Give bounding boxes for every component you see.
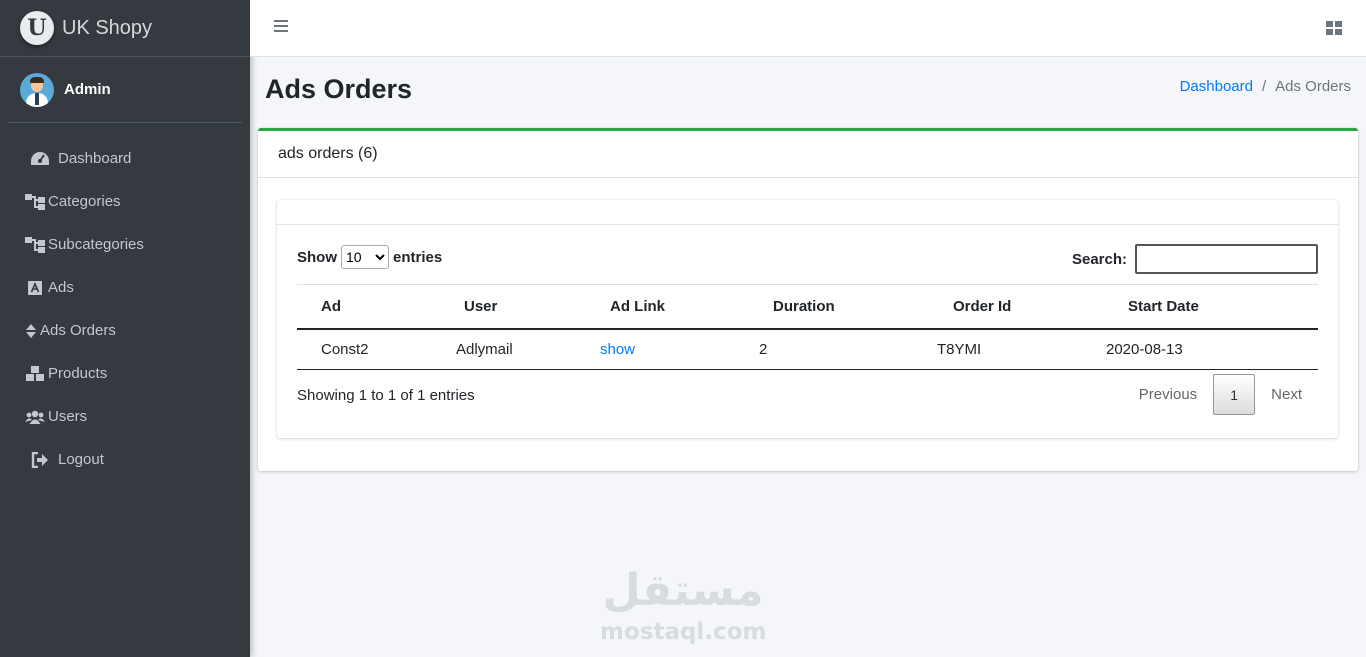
column-header-ad[interactable]: Ad xyxy=(297,284,440,330)
breadcrumb-separator: / xyxy=(1261,78,1267,95)
column-header-duration[interactable]: Duration xyxy=(749,284,929,330)
top-navbar xyxy=(250,0,1366,57)
sidebar-item-products[interactable]: Products xyxy=(0,352,250,395)
user-panel[interactable]: Admin xyxy=(8,57,242,123)
brand-name: UK Shopy xyxy=(62,16,153,39)
cell-ad-link: show xyxy=(586,328,749,370)
sidebar-item-label: Logout xyxy=(58,451,104,468)
boxes-icon xyxy=(24,366,46,381)
column-header-start-date[interactable]: Start Date xyxy=(1104,284,1318,330)
sign-out-icon xyxy=(24,451,56,468)
page-length-control: Show 10 entries xyxy=(297,245,442,269)
search-input[interactable] xyxy=(1135,244,1318,274)
card-title: ads orders (6) xyxy=(258,131,1358,178)
page-length-select[interactable]: 10 xyxy=(341,245,389,269)
sidebar-item-users[interactable]: Users xyxy=(0,395,250,438)
search-label: Search: xyxy=(1071,250,1127,268)
brand-logo-letter: U xyxy=(27,15,47,41)
sidebar-item-label: Dashboard xyxy=(58,150,132,167)
sidebar-item-dashboard[interactable]: Dashboard xyxy=(0,137,250,180)
sidebar-item-label: Users xyxy=(48,408,88,425)
sidebar: U UK Shopy Admin Dashboard Categories Su… xyxy=(0,0,250,657)
cell-duration: 2 xyxy=(749,328,929,370)
sidebar-nav: Dashboard Categories Subcategories Ads A… xyxy=(0,137,250,481)
ad-icon xyxy=(24,280,46,295)
watermark-latin: mostaql.com xyxy=(600,619,767,645)
sidebar-item-label: Products xyxy=(48,365,108,382)
table-row: Const2 Adlymail show 2 T8YMI 2020-08-13 xyxy=(297,328,1318,370)
show-link[interactable]: show xyxy=(600,341,635,358)
brand-link[interactable]: U UK Shopy xyxy=(0,0,250,57)
cell-order-id: T8YMI xyxy=(929,328,1104,370)
sidebar-item-categories[interactable]: Categories xyxy=(0,180,250,223)
sitemap-icon xyxy=(24,193,46,210)
pagination: Previous 1 Next xyxy=(1123,374,1318,415)
sidebar-item-logout[interactable]: Logout xyxy=(0,438,250,481)
table-info: Showing 1 to 1 of 1 entries xyxy=(297,387,475,404)
ads-orders-card: ads orders (6) Show 10 entries Search: A… xyxy=(258,128,1358,471)
page-title: Ads Orders xyxy=(265,74,413,104)
cell-ad: Const2 xyxy=(297,328,440,370)
entries-label: entries xyxy=(393,248,443,266)
sidebar-item-label: Categories xyxy=(48,193,121,210)
column-header-user[interactable]: User xyxy=(440,284,586,330)
search-control: Search: xyxy=(1072,244,1318,274)
grid-icon[interactable] xyxy=(1326,21,1342,35)
table-header-row: Ad User Ad Link Duration Order Id Start … xyxy=(297,284,1318,330)
column-header-ad-link[interactable]: Ad Link xyxy=(586,284,749,330)
next-button[interactable]: Next xyxy=(1255,375,1318,415)
sidebar-item-label: Ads xyxy=(48,279,74,296)
column-header-order-id[interactable]: Order Id xyxy=(929,284,1104,330)
cell-start-date: 2020-08-13 xyxy=(1104,328,1318,370)
sitemap-icon xyxy=(24,236,46,253)
sidebar-item-label: Ads Orders xyxy=(40,322,116,339)
brand-logo: U xyxy=(20,11,54,45)
sidebar-item-label: Subcategories xyxy=(48,236,144,253)
sidebar-item-subcategories[interactable]: Subcategories xyxy=(0,223,250,266)
sidebar-item-ads-orders[interactable]: Ads Orders xyxy=(0,309,250,352)
breadcrumb-dashboard-link[interactable]: Dashboard xyxy=(1180,78,1253,95)
breadcrumb-current: Ads Orders xyxy=(1275,78,1351,95)
page-1-button[interactable]: 1 xyxy=(1213,374,1256,415)
datatable-card-header xyxy=(277,200,1338,225)
menu-toggle-icon[interactable] xyxy=(274,20,288,34)
ads-orders-table: Ad User Ad Link Duration Order Id Start … xyxy=(297,284,1318,370)
avatar xyxy=(20,72,54,107)
users-icon xyxy=(24,410,46,424)
cell-user: Adlymail xyxy=(440,328,586,370)
breadcrumb: Dashboard / Ads Orders xyxy=(1180,78,1351,95)
user-name[interactable]: Admin xyxy=(64,81,111,98)
watermark: مستقل mostaql.com xyxy=(600,562,766,644)
tachometer-icon xyxy=(24,151,56,167)
watermark-arabic: مستقل xyxy=(602,565,764,616)
datatable-card: Show 10 entries Search: Ad User Ad Link … xyxy=(277,200,1338,438)
sidebar-item-ads[interactable]: Ads xyxy=(0,266,250,309)
show-label: Show xyxy=(297,248,337,266)
sort-icon xyxy=(24,323,38,338)
previous-button[interactable]: Previous xyxy=(1123,375,1213,415)
